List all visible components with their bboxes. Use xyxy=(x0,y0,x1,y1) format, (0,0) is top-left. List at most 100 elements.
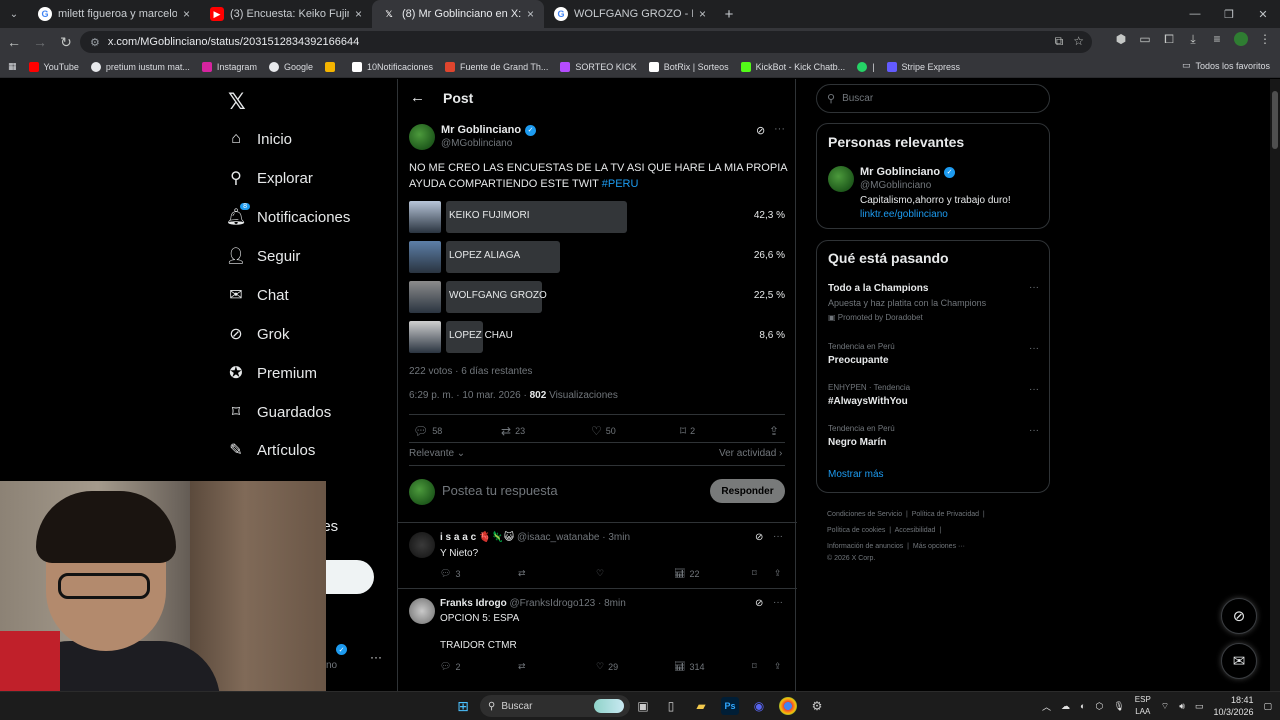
share-button[interactable]: ⇪ xyxy=(774,568,782,579)
account-more-icon[interactable]: ··· xyxy=(370,650,382,664)
poll-option[interactable]: LOPEZ CHAU 8,6 % xyxy=(409,321,785,353)
reply-button[interactable]: 💬︎ 2 xyxy=(440,661,460,672)
footer-link[interactable]: Información de anuncios xyxy=(827,543,903,550)
puzzle-icon[interactable]: ⧠ xyxy=(1162,32,1176,46)
discord-icon[interactable]: ◉ xyxy=(750,697,768,715)
nav-item-articles[interactable]: ✎ Artículos xyxy=(226,440,315,460)
views-button[interactable]: 📊︎ 22 xyxy=(674,568,699,579)
more-options-icon[interactable]: ··· xyxy=(1029,384,1039,395)
battery-icon[interactable]: ▭ xyxy=(1195,701,1204,712)
bookmark-item[interactable]: KickBot - Kick Chatb... xyxy=(740,61,845,72)
volume-icon[interactable]: 🔊︎ xyxy=(1179,701,1185,712)
trend-name[interactable]: Todo a la Champions xyxy=(828,283,928,294)
repost-button[interactable]: ⇄ 23 xyxy=(501,424,525,438)
grok-icon[interactable]: ⊘ xyxy=(756,124,765,137)
like-button[interactable]: ♡ xyxy=(596,568,604,579)
nav-item-grok[interactable]: ⊘ Grok xyxy=(226,324,289,344)
reply-submit-button[interactable]: Responder xyxy=(710,479,785,503)
reply-input[interactable]: Postea tu respuesta xyxy=(442,483,558,498)
tray-app-icon[interactable]: ⬡ xyxy=(1095,701,1103,712)
more-options-icon[interactable]: ··· xyxy=(1029,343,1039,354)
bookmark-item[interactable]: | xyxy=(857,61,875,72)
like-button[interactable]: ♡ 29 xyxy=(596,661,618,672)
file-explorer-icon[interactable]: ▰ xyxy=(692,697,710,715)
address-bar[interactable]: ⚙ x.com/MGoblinciano/status/203151283439… xyxy=(80,31,1092,53)
bookmark-button[interactable]: ⌑ xyxy=(752,568,757,579)
footer-link[interactable]: Más opciones ··· xyxy=(913,543,965,550)
commenter-name[interactable]: Franks Idrogo @FranksIdrogo123 · 8min xyxy=(440,598,626,609)
nav-item-explore[interactable]: ⚲ Explorar xyxy=(226,168,313,188)
author-avatar[interactable] xyxy=(409,124,435,150)
bookmark-item[interactable]: SORTEO KICK xyxy=(560,61,637,72)
browser-tab[interactable]: ▶ (3) Encuesta: Keiko Fujimori lide × xyxy=(200,0,372,28)
bookmark-star-icon[interactable]: ☆ xyxy=(1073,34,1084,49)
taskbar-search[interactable]: ⚲ Buscar xyxy=(480,695,630,717)
close-tab-icon[interactable]: × xyxy=(527,7,534,21)
commenter-name[interactable]: i s a a c 🫀🦎😺 @isaac_watanabe · 3min xyxy=(440,532,630,543)
tray-overflow-icon[interactable]: ︿ xyxy=(1042,700,1051,713)
share-button[interactable]: ⇪ xyxy=(769,424,779,438)
nav-item-notifications[interactable]: 🔔︎ 8 Notificaciones xyxy=(226,203,350,227)
widget-icon[interactable]: ▯ xyxy=(662,697,680,715)
extension-icon[interactable]: ▭ xyxy=(1138,32,1152,46)
bookmark-item[interactable]: BotRix | Sorteos xyxy=(648,61,729,72)
bookmark-item[interactable]: Google xyxy=(268,61,313,72)
close-tab-icon[interactable]: × xyxy=(183,7,190,21)
trend-name[interactable]: #AlwaysWithYou xyxy=(828,396,908,407)
footer-link[interactable]: Condiciones de Servicio xyxy=(827,511,902,518)
onedrive-icon[interactable]: ☁ xyxy=(1061,701,1070,712)
browser-tab-active[interactable]: 𝕏 (8) Mr Goblinciano en X: "NO M × xyxy=(372,0,544,28)
menu-icon[interactable]: ⋮ xyxy=(1258,32,1272,46)
footer-link[interactable]: Política de Privacidad xyxy=(912,511,979,518)
like-button[interactable]: ♡ 50 xyxy=(591,424,616,438)
apps-icon[interactable]: ▦ xyxy=(8,61,17,72)
clock[interactable]: 18:41 10/3/2026 xyxy=(1213,694,1253,718)
bookmark-item[interactable]: YouTube xyxy=(28,61,79,72)
relevant-handle[interactable]: @MGoblinciano xyxy=(860,180,931,191)
author-name[interactable]: Mr Goblinciano ✓ xyxy=(441,124,537,136)
bookmark-button[interactable]: ⌑ xyxy=(752,661,757,672)
messages-fab-button[interactable]: ✉ xyxy=(1221,643,1257,679)
more-options-icon[interactable]: ··· xyxy=(774,123,785,135)
photoshop-icon[interactable]: Ps xyxy=(721,697,739,715)
chrome-icon[interactable] xyxy=(779,697,797,715)
install-icon[interactable]: ⧉ xyxy=(1055,34,1064,49)
nav-item-bookmarks[interactable]: ⌑ Guardados xyxy=(226,402,331,422)
notification-icon[interactable]: ▢ xyxy=(1263,701,1272,712)
views-button[interactable]: 📊︎ 314 xyxy=(674,661,704,672)
site-info-icon[interactable]: ⚙ xyxy=(90,36,100,49)
footer-link[interactable]: Accesibilidad xyxy=(895,527,936,534)
close-tab-icon[interactable]: × xyxy=(699,7,706,21)
nav-item-home[interactable]: ⌂ Inicio xyxy=(226,129,292,149)
repost-button[interactable]: ⇄ xyxy=(518,661,526,672)
tab-search-button[interactable]: ⌄ xyxy=(0,0,28,28)
download-icon[interactable]: ⤓ xyxy=(1186,32,1200,46)
new-tab-button[interactable]: + xyxy=(716,0,742,28)
footer-link[interactable]: Política de cookies xyxy=(827,527,885,534)
close-window-icon[interactable]: ✕ xyxy=(1246,0,1280,28)
tray-app-icon[interactable]: ◐ xyxy=(1080,701,1085,711)
bookmark-button[interactable]: ⌑ 2 xyxy=(680,424,695,438)
trend-name[interactable]: Preocupante xyxy=(828,355,889,366)
more-options-icon[interactable]: ··· xyxy=(1029,425,1039,436)
more-options-icon[interactable]: ··· xyxy=(773,597,783,608)
bookmark-item[interactable]: Fuente de Grand Th... xyxy=(445,61,548,72)
trend-name[interactable]: Negro Marín xyxy=(828,437,886,448)
back-arrow-icon[interactable]: ← xyxy=(410,89,425,106)
reply-button[interactable]: 💬︎ 58 xyxy=(413,424,442,438)
all-bookmarks[interactable]: ▭ Todos los favoritos xyxy=(1182,60,1270,71)
commenter-avatar[interactable] xyxy=(409,598,435,624)
task-view-icon[interactable]: ▣ xyxy=(634,697,652,715)
x-logo-icon[interactable]: 𝕏 xyxy=(228,89,246,115)
minimize-icon[interactable]: — xyxy=(1178,0,1212,28)
more-options-icon[interactable]: ··· xyxy=(773,531,783,542)
reload-icon[interactable]: ↻ xyxy=(54,30,78,54)
hashtag-link[interactable]: #PERU xyxy=(602,178,639,190)
browser-tab[interactable]: G WOLFGANG GROZO - Buscar c × xyxy=(544,0,716,28)
media-icon[interactable]: ≡ xyxy=(1210,32,1224,46)
relevant-name[interactable]: Mr Goblinciano ✓ xyxy=(860,166,956,178)
more-options-icon[interactable]: ··· xyxy=(1029,282,1039,293)
poll-option[interactable]: WOLFGANG GROZO 22,5 % xyxy=(409,281,785,313)
wifi-icon[interactable]: ⌔ xyxy=(1161,701,1169,712)
search-input[interactable]: ⚲ Buscar xyxy=(816,84,1050,113)
